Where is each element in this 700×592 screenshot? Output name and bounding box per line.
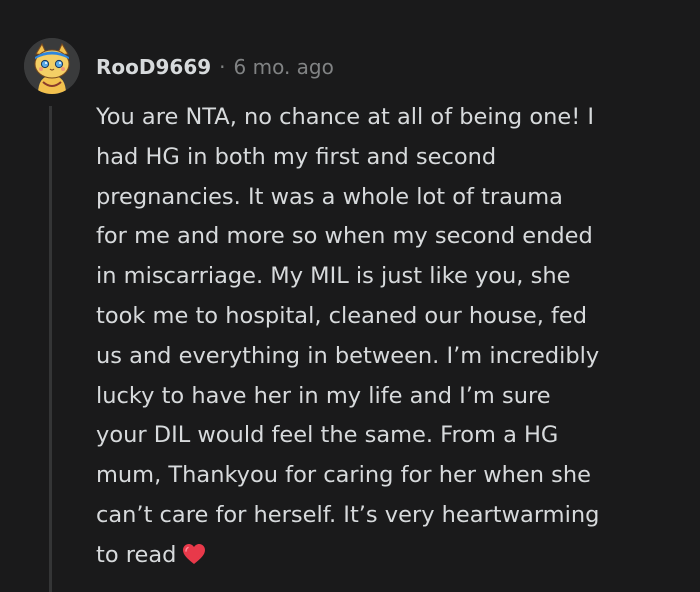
comment-line: You are NTA, no chance at all of being o… (96, 104, 595, 130)
comment-line-text: to read (96, 541, 177, 568)
comment-line: pregnancies. It was a whole lot of traum… (96, 183, 563, 210)
comment-meta: RooD9669 · 6 mo. ago (96, 52, 334, 82)
comment-line: had HG in both my first and second (96, 143, 497, 170)
comment-line: can’t care for herself. It’s very heartw… (96, 501, 600, 528)
comment-timestamp[interactable]: 6 mo. ago (234, 55, 334, 79)
meta-separator: · (219, 55, 226, 79)
comment-line: for me and more so when my second ended (96, 223, 593, 250)
cat-avatar-icon (24, 38, 80, 94)
comment-line: took me to hospital, cleaned our house, … (96, 302, 588, 329)
comment-line: in miscarriage. My MIL is just like you,… (96, 263, 571, 290)
comment-line: mum, Thankyou for caring for her when sh… (96, 462, 591, 489)
comment-last-line: to read (96, 536, 676, 579)
red-heart-icon (182, 539, 206, 579)
comment-line: your DIL would feel the same. From a HG (96, 422, 559, 449)
comment: RooD9669 · 6 mo. ago You are NTA, no cha… (0, 0, 700, 592)
author-username[interactable]: RooD9669 (96, 55, 211, 79)
comment-line: lucky to have her in my life and I’m sur… (96, 382, 551, 409)
thread-collapse-line[interactable] (49, 106, 52, 592)
comment-body: You are NTA, no chance at all of being o… (96, 98, 676, 579)
comment-line: us and everything in between. I’m incred… (96, 342, 600, 369)
user-avatar[interactable] (24, 38, 80, 94)
